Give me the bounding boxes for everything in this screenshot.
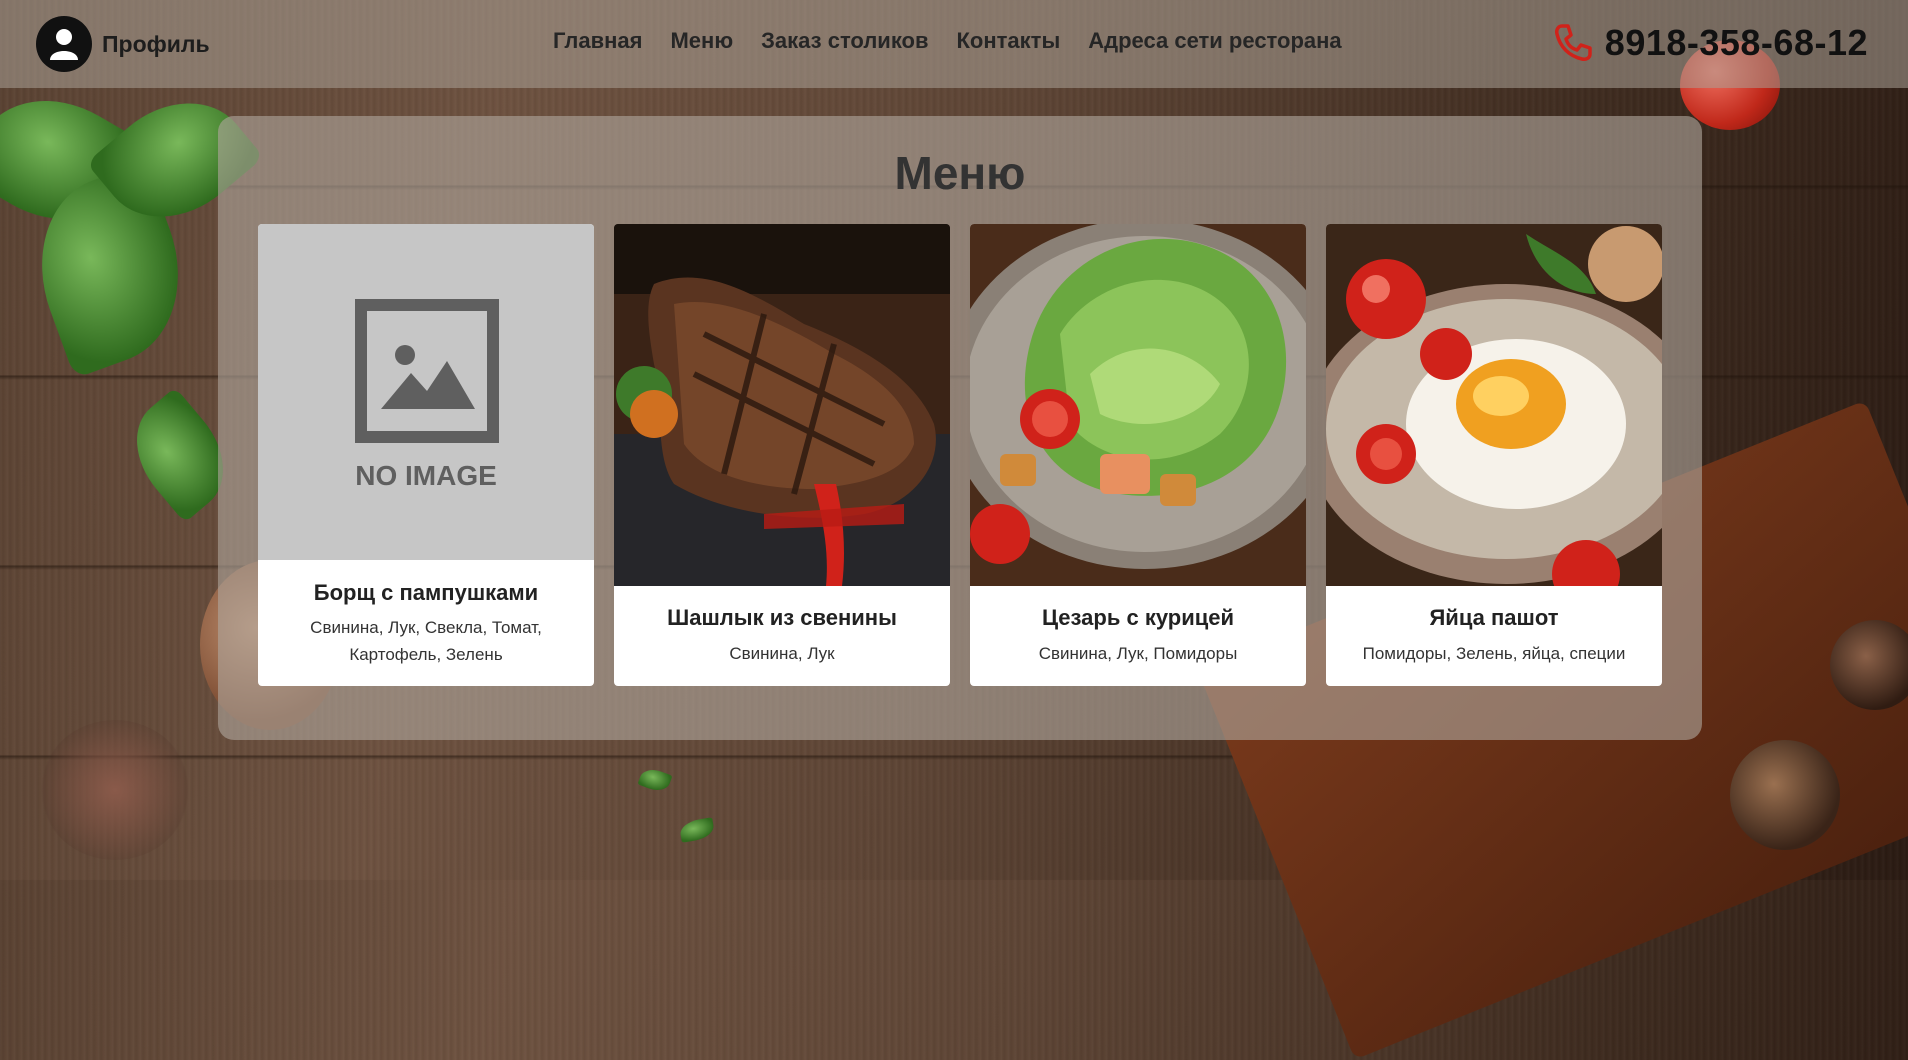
menu-item-description: Помидоры, Зелень, яйца, специи — [1362, 644, 1626, 663]
header-bar: Профиль Главная Меню Заказ столиков Конт… — [0, 0, 1908, 88]
phone-number[interactable]: 8918-358-68-12 — [1605, 22, 1868, 64]
image-placeholder-icon — [355, 299, 499, 443]
basil-leaf-decor — [637, 765, 673, 795]
user-icon — [50, 29, 78, 60]
poached-egg-photo — [1326, 224, 1662, 586]
avatar[interactable] — [36, 16, 92, 72]
profile-label[interactable]: Профиль — [102, 31, 210, 58]
basil-leaf-decor — [678, 817, 716, 843]
menu-item-description: Свинина, Лук — [729, 644, 835, 663]
mushroom-decor — [1730, 740, 1840, 850]
menu-card[interactable]: NO IMAGE Борщ с пампушками Свинина, Лук,… — [258, 224, 594, 686]
menu-item-title: Шашлык из свенины — [667, 605, 897, 630]
nav-item-menu[interactable]: Меню — [670, 28, 733, 54]
menu-item-description: Свинина, Лук, Помидоры — [1038, 644, 1238, 663]
phone-icon — [1554, 24, 1592, 61]
phone-contact[interactable]: 8918-358-68-12 — [1553, 22, 1868, 64]
menu-item-title: Яйца пашот — [1429, 605, 1559, 630]
nav-item-contacts[interactable]: Контакты — [957, 28, 1061, 54]
no-image-placeholder: NO IMAGE — [258, 224, 594, 560]
nav-item-table-booking[interactable]: Заказ столиков — [761, 28, 928, 54]
caesar-salad-photo — [970, 224, 1306, 586]
menu-card[interactable]: Яйца пашот Помидоры, Зелень, яйца, специ… — [1326, 224, 1662, 686]
no-image-text: NO IMAGE — [355, 460, 497, 491]
menu-item-description: Свинина, Лук, Свекла, Томат, Картофель, … — [310, 618, 542, 664]
main-nav: Главная Меню Заказ столиков Контакты Адр… — [553, 28, 1342, 54]
menu-panel: Меню NO IMAGE Борщ с пампушками Свинина,… — [218, 116, 1702, 740]
menu-item-title: Борщ с пампушками — [313, 580, 539, 605]
profile-link[interactable]: Профиль — [36, 16, 210, 72]
pepper-decor — [40, 720, 190, 860]
menu-card[interactable]: Шашлык из свенины Свинина, Лук — [614, 224, 950, 686]
menu-item-title: Цезарь с курицей — [1041, 605, 1235, 630]
nav-item-addresses[interactable]: Адреса сети ресторана — [1088, 28, 1341, 54]
nav-item-home[interactable]: Главная — [553, 28, 642, 54]
menu-card[interactable]: Цезарь с курицей Свинина, Лук, Помидоры — [970, 224, 1306, 686]
grilled-steak-photo — [614, 224, 950, 586]
page-title: Меню — [894, 147, 1026, 199]
